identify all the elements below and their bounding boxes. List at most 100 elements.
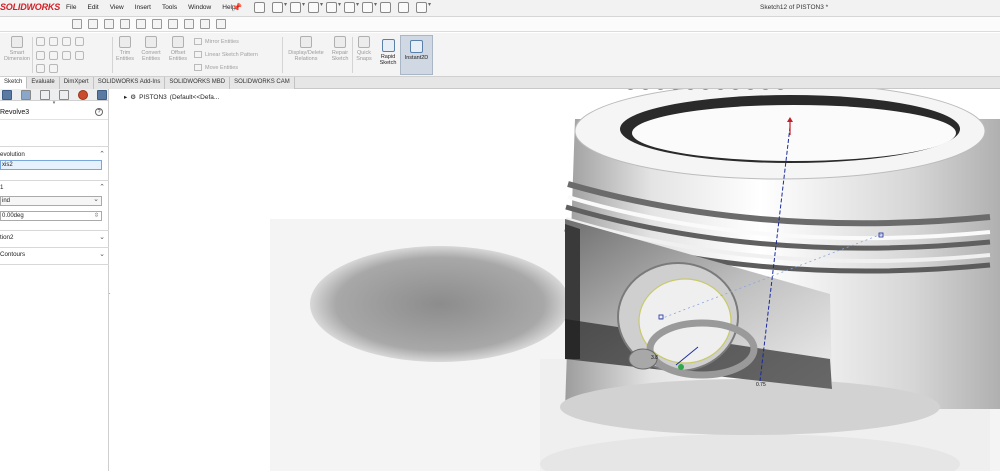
divider: [0, 230, 109, 231]
feature-tree-flyout[interactable]: ▸ ⚙ PISTON3 (Default<<Defa...: [124, 93, 220, 102]
hide-show-icon[interactable]: [716, 89, 725, 90]
cam-manager-icon[interactable]: [97, 89, 107, 100]
pin-icon[interactable]: 📌: [232, 3, 242, 12]
expand-arrow-icon[interactable]: ▸: [124, 93, 127, 101]
tab-dimxpert[interactable]: DimXpert: [59, 77, 94, 89]
move-entities-button[interactable]: Move Entities: [194, 64, 238, 71]
convert-entities-button[interactable]: Convert Entities: [138, 36, 164, 62]
piston-model-scene[interactable]: 3.8 0.75: [110, 89, 1000, 471]
arc-icon[interactable]: [62, 37, 71, 46]
axis-field[interactable]: xis2: [0, 160, 102, 170]
menu-bar: File Edit View Insert Tools Window Help: [66, 4, 236, 11]
open-folder-icon[interactable]: [290, 1, 305, 13]
menu-edit[interactable]: Edit: [87, 4, 98, 11]
tab-addins[interactable]: SOLIDWORKS Add-Ins: [93, 77, 166, 89]
tree-config-label: (Default<<Defa...: [169, 93, 220, 101]
section-header[interactable]: Contours ⌄: [0, 250, 109, 260]
chevron-down-icon[interactable]: ⌄: [99, 233, 105, 243]
options-gear-icon[interactable]: [416, 1, 431, 13]
fillet-icon[interactable]: [36, 64, 45, 73]
toolbar-icon-5[interactable]: [136, 19, 146, 29]
tab-evaluate[interactable]: Evaluate: [27, 77, 60, 89]
section-header[interactable]: 1 ⌃: [0, 183, 109, 193]
file-properties-icon[interactable]: [398, 2, 409, 13]
angle-input[interactable]: 0.00deg: [0, 211, 102, 221]
tree-root-label[interactable]: PISTON3: [139, 94, 167, 101]
smart-dimension-button[interactable]: Smart Dimension: [2, 36, 32, 62]
previous-view-icon[interactable]: [656, 89, 665, 90]
quick-snaps-button[interactable]: Quick Snaps: [354, 36, 374, 62]
tab-cam[interactable]: SOLIDWORKS CAM: [230, 77, 295, 89]
toolbar-icon-6[interactable]: [152, 19, 162, 29]
linear-pattern-button[interactable]: Linear Sketch Pattern: [194, 51, 258, 58]
menu-window[interactable]: Window: [188, 4, 211, 11]
toolbar-icon-10[interactable]: [216, 19, 226, 29]
print-icon[interactable]: [326, 1, 341, 13]
graphics-viewport[interactable]: 3.8 0.75 ▸ ⚙ PISTON3 (Default<<Defa...: [110, 89, 1000, 471]
polygon-icon[interactable]: [62, 51, 71, 60]
configuration-manager-icon[interactable]: [40, 89, 50, 100]
end-condition-select[interactable]: ind: [0, 195, 102, 206]
menu-insert[interactable]: Insert: [135, 4, 151, 11]
toolbar-icon-2[interactable]: [88, 19, 98, 29]
plane-icon[interactable]: [49, 64, 58, 73]
edit-appearance-icon[interactable]: [731, 89, 740, 90]
toolbar-icon-7[interactable]: [168, 19, 178, 29]
rapid-sketch-button[interactable]: Rapid Sketch: [376, 35, 400, 75]
toolbar-icon-3[interactable]: [104, 19, 114, 29]
rebuild-icon[interactable]: [380, 2, 391, 13]
mirror-entities-button[interactable]: Mirror Entities: [194, 38, 239, 45]
sketch-dimension-b[interactable]: 0.75: [756, 382, 766, 388]
display-manager-icon[interactable]: [78, 89, 88, 100]
save-icon[interactable]: [308, 1, 323, 13]
rectangle-icon[interactable]: [36, 51, 45, 60]
chevron-up-icon[interactable]: ⌃: [99, 183, 105, 193]
repair-sketch-button[interactable]: Repair Sketch: [329, 36, 351, 62]
home-icon[interactable]: [254, 2, 265, 13]
text-icon[interactable]: [75, 51, 84, 60]
section-header[interactable]: evolution ⌃: [0, 150, 109, 160]
repair-icon: [334, 36, 346, 48]
toolbar-icon-1[interactable]: [72, 19, 82, 29]
help-icon[interactable]: ?: [95, 108, 103, 116]
monitor-icon[interactable]: [776, 89, 785, 90]
sketch-origin-icon[interactable]: [678, 364, 684, 370]
zoom-area-icon[interactable]: [641, 89, 650, 90]
spline-icon[interactable]: [75, 37, 84, 46]
model-shadow: [310, 246, 570, 362]
feature-manager-icon[interactable]: [2, 89, 12, 100]
display-delete-relations-button[interactable]: Display/Delete Relations: [284, 36, 328, 62]
trim-entities-button[interactable]: Trim Entities: [114, 36, 136, 62]
toolbar-icon-9[interactable]: [200, 19, 210, 29]
line-icon[interactable]: [36, 37, 45, 46]
convert-icon: [145, 36, 157, 48]
display-style-icon[interactable]: [701, 89, 710, 90]
apply-scene-icon[interactable]: [746, 89, 755, 90]
chevron-down-icon[interactable]: ⌄: [99, 250, 105, 260]
select-arrow-icon[interactable]: [362, 1, 377, 13]
menu-tools[interactable]: Tools: [162, 4, 177, 11]
toolbar-icon-8[interactable]: [184, 19, 194, 29]
property-manager-icon[interactable]: [21, 89, 31, 100]
slot-icon[interactable]: [49, 51, 58, 60]
zoom-to-fit-icon[interactable]: [626, 89, 635, 90]
tab-mbd[interactable]: SOLIDWORKS MBD: [165, 77, 231, 89]
new-document-icon[interactable]: [272, 1, 287, 13]
undo-icon[interactable]: [344, 1, 359, 13]
trim-icon: [119, 36, 131, 48]
tab-sketch[interactable]: Sketch: [0, 77, 28, 89]
sketch-dimension-a[interactable]: 3.8: [651, 355, 658, 361]
chevron-up-icon[interactable]: ⌃: [99, 150, 105, 160]
circle-icon[interactable]: [49, 37, 58, 46]
menu-file[interactable]: File: [66, 4, 76, 11]
dimxpert-manager-icon[interactable]: [59, 89, 69, 100]
menu-view[interactable]: View: [110, 4, 124, 11]
view-settings-icon[interactable]: [761, 89, 770, 90]
section-view-icon[interactable]: [671, 89, 680, 90]
toolbar-icon-4[interactable]: [120, 19, 130, 29]
view-orientation-icon[interactable]: [686, 89, 695, 90]
solidworks-logo[interactable]: SOLIDWORKS: [0, 2, 60, 12]
section-header[interactable]: tion2 ⌄: [0, 233, 109, 243]
instant2d-button[interactable]: Instant2D: [400, 35, 433, 75]
offset-entities-button[interactable]: Offset Entities: [166, 36, 190, 62]
